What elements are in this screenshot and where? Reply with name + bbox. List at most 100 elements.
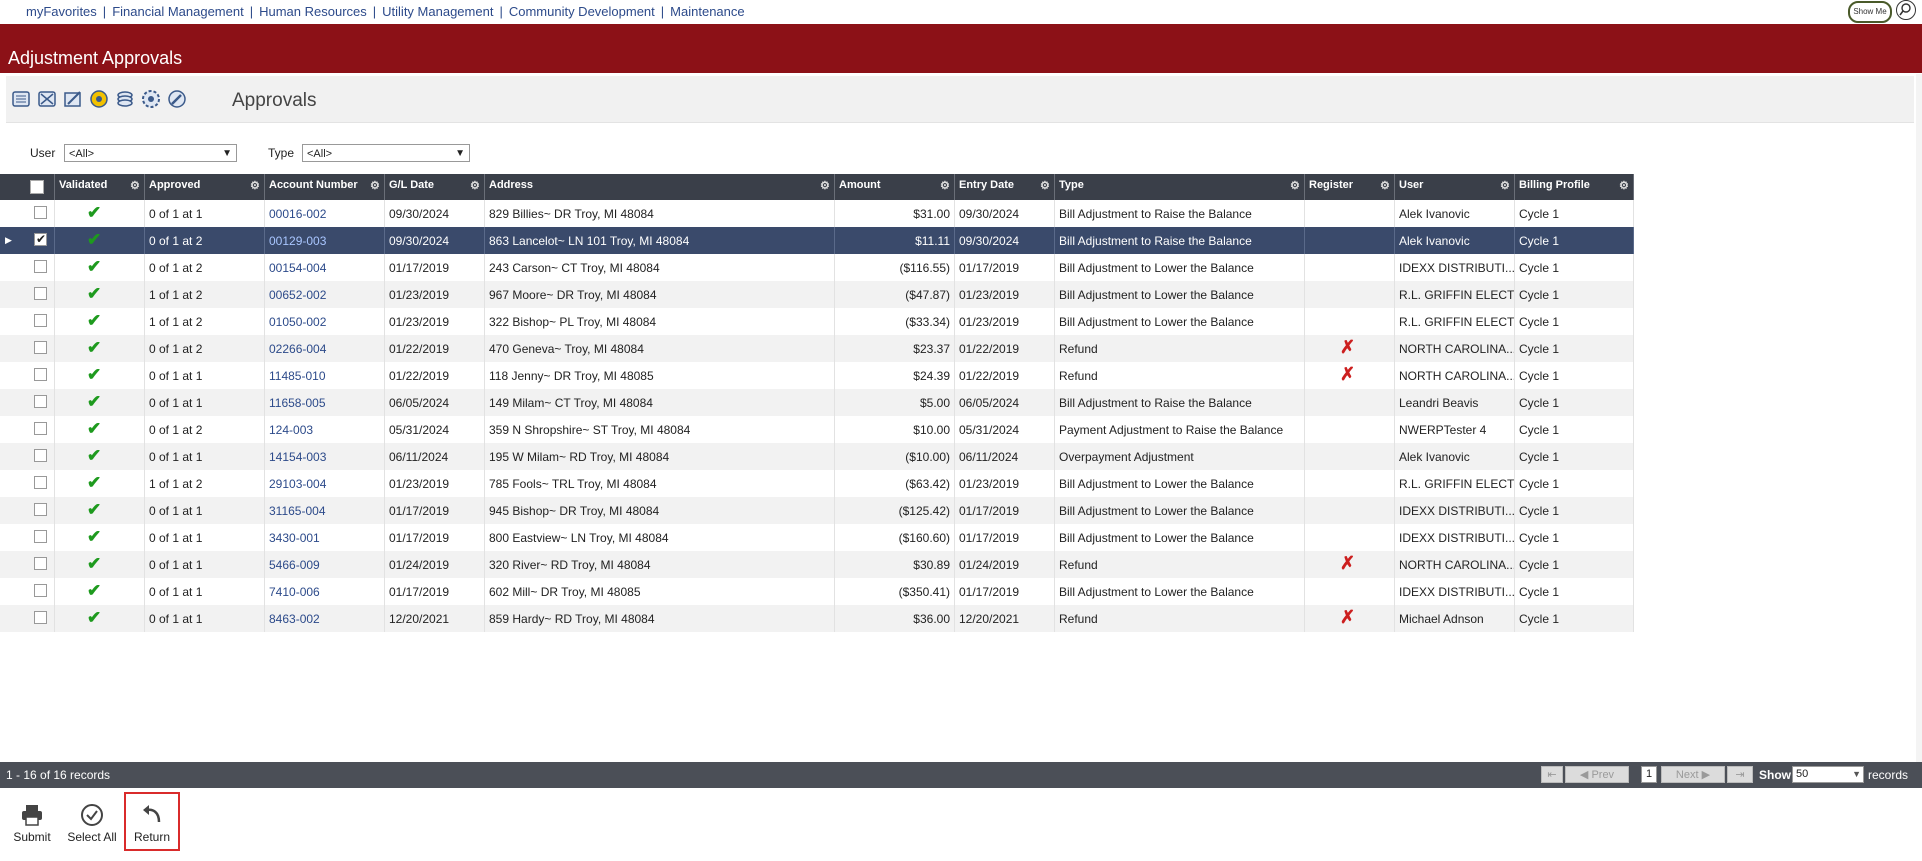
account-link[interactable]: 8463-002 [269, 612, 320, 626]
header-type[interactable]: Type ⚙ [1055, 174, 1305, 200]
header-entry-date[interactable]: Entry Date ⚙ [955, 174, 1055, 200]
search-icon[interactable] [1896, 0, 1916, 20]
account-cell[interactable]: 14154-003 [265, 443, 385, 470]
column-settings-icon[interactable]: ⚙ [1619, 181, 1629, 192]
stack-icon[interactable] [114, 88, 136, 110]
submit-button[interactable]: Submit [6, 798, 58, 848]
table-row[interactable]: ✔ 0 of 1 at 1 00016-002 09/30/2024 829 Billi… [0, 200, 1634, 227]
account-link[interactable]: 00129-003 [269, 234, 326, 248]
table-row[interactable]: ✔ 0 of 1 at 2 124-003 05/31/2024 359 N Shrop… [0, 416, 1634, 443]
nav-link-community-development[interactable]: Community Development [509, 4, 655, 19]
account-cell[interactable]: 29103-004 [265, 470, 385, 497]
account-link[interactable]: 124-003 [269, 423, 313, 437]
column-settings-icon[interactable]: ⚙ [470, 181, 480, 192]
column-settings-icon[interactable]: ⚙ [1500, 181, 1510, 192]
column-settings-icon[interactable]: ⚙ [1380, 181, 1390, 192]
tools-icon[interactable] [166, 88, 188, 110]
page-size-select[interactable]: 50 ▼ [1792, 766, 1864, 783]
vertical-scrollbar[interactable] [1916, 74, 1922, 861]
row-checkbox[interactable] [34, 449, 47, 462]
account-cell[interactable]: 3430-001 [265, 524, 385, 551]
gear-icon[interactable] [140, 88, 162, 110]
nav-link-maintenance[interactable]: Maintenance [670, 4, 744, 19]
account-cell[interactable]: 02266-004 [265, 335, 385, 362]
account-link[interactable]: 7410-006 [269, 585, 320, 599]
column-settings-icon[interactable]: ⚙ [1290, 181, 1300, 192]
table-row[interactable]: ✔ 0 of 1 at 1 11485-010 01/22/2019 118 Jenny… [0, 362, 1634, 389]
row-checkbox[interactable] [34, 395, 47, 408]
nav-link-myfavorites[interactable]: myFavorites [26, 4, 97, 19]
account-cell[interactable]: 00154-004 [265, 254, 385, 281]
table-row[interactable]: ✔ 0 of 1 at 2 00154-004 01/17/2019 243 Carso… [0, 254, 1634, 281]
account-cell[interactable]: 8463-002 [265, 605, 385, 632]
header-validated[interactable]: Validated ⚙ [55, 174, 145, 200]
column-settings-icon[interactable]: ⚙ [1040, 181, 1050, 192]
row-checkbox[interactable] [34, 232, 47, 246]
column-settings-icon[interactable]: ⚙ [370, 181, 380, 192]
table-row[interactable]: ✔ 0 of 1 at 1 8463-002 12/20/2021 859 Hardy~… [0, 605, 1634, 632]
account-cell[interactable]: 01050-002 [265, 308, 385, 335]
settings-icon[interactable] [88, 88, 110, 110]
row-checkbox[interactable] [34, 611, 47, 624]
account-link[interactable]: 31165-004 [269, 504, 326, 518]
last-page-button[interactable]: ⇥ [1727, 766, 1753, 783]
account-cell[interactable]: 11485-010 [265, 362, 385, 389]
table-row[interactable]: ✔ 0 of 1 at 2 02266-004 01/22/2019 470 Genev… [0, 335, 1634, 362]
table-row[interactable]: ✔ 0 of 1 at 1 11658-005 06/05/2024 149 Milam… [0, 389, 1634, 416]
header-register[interactable]: Register ⚙ [1305, 174, 1395, 200]
prev-page-button[interactable]: ◀ Prev [1565, 766, 1629, 783]
account-link[interactable]: 11485-010 [269, 369, 326, 383]
account-cell[interactable]: 00129-003 [265, 227, 385, 254]
column-settings-icon[interactable]: ⚙ [820, 181, 830, 192]
table-row[interactable]: ✔ 0 of 1 at 1 3430-001 01/17/2019 800 Eastvi… [0, 524, 1634, 551]
nav-link-financial-management[interactable]: Financial Management [112, 4, 244, 19]
account-cell[interactable]: 5466-009 [265, 551, 385, 578]
table-row[interactable]: ✔ 1 of 1 at 2 00652-002 01/23/2019 967 Moore… [0, 281, 1634, 308]
next-page-button[interactable]: Next ▶ [1661, 766, 1725, 783]
row-checkbox[interactable] [34, 584, 47, 597]
account-cell[interactable]: 00652-002 [265, 281, 385, 308]
return-button[interactable]: Return [126, 798, 178, 848]
account-link[interactable]: 00016-002 [269, 207, 326, 221]
account-cell[interactable]: 124-003 [265, 416, 385, 443]
row-checkbox[interactable] [34, 368, 47, 381]
account-link[interactable]: 00154-004 [269, 261, 326, 275]
nav-link-human-resources[interactable]: Human Resources [259, 4, 367, 19]
row-checkbox[interactable] [34, 260, 47, 273]
header-user[interactable]: User ⚙ [1395, 174, 1515, 200]
first-page-button[interactable]: ⇤ [1541, 766, 1563, 783]
row-checkbox[interactable] [34, 287, 47, 300]
select-all-button[interactable]: Select All [66, 798, 118, 848]
table-row[interactable]: ✔ 0 of 1 at 1 7410-006 01/17/2019 602 Mill~ … [0, 578, 1634, 605]
user-filter-select[interactable]: <All> ▼ [64, 144, 237, 162]
row-checkbox[interactable] [34, 422, 47, 435]
type-filter-select[interactable]: <All> ▼ [302, 144, 470, 162]
account-cell[interactable]: 00016-002 [265, 200, 385, 227]
row-checkbox[interactable] [34, 206, 47, 219]
account-link[interactable]: 01050-002 [269, 315, 326, 329]
row-checkbox[interactable] [34, 557, 47, 570]
show-me-button[interactable]: Show Me [1848, 1, 1892, 23]
header-address[interactable]: Address ⚙ [485, 174, 835, 200]
account-link[interactable]: 5466-009 [269, 558, 320, 572]
account-link[interactable]: 02266-004 [269, 342, 326, 356]
table-row[interactable]: ✔ 1 of 1 at 2 29103-004 01/23/2019 785 Fools… [0, 470, 1634, 497]
account-link[interactable]: 29103-004 [269, 477, 326, 491]
account-cell[interactable]: 11658-005 [265, 389, 385, 416]
row-checkbox[interactable] [34, 503, 47, 516]
column-settings-icon[interactable]: ⚙ [130, 181, 140, 192]
table-row[interactable]: ✔ 1 of 1 at 2 01050-002 01/23/2019 322 Bisho… [0, 308, 1634, 335]
header-account-number[interactable]: Account Number ⚙ [265, 174, 385, 200]
select-all-checkbox[interactable] [30, 180, 44, 194]
header-billing-profile[interactable]: Billing Profile ⚙ [1515, 174, 1634, 200]
row-checkbox[interactable] [34, 314, 47, 327]
column-settings-icon[interactable]: ⚙ [940, 181, 950, 192]
current-page[interactable]: 1 [1641, 766, 1657, 783]
filter-icon[interactable] [36, 88, 58, 110]
edit-icon[interactable] [62, 88, 84, 110]
account-link[interactable]: 00652-002 [269, 288, 326, 302]
row-checkbox[interactable] [34, 530, 47, 543]
header-approved[interactable]: Approved ⚙ [145, 174, 265, 200]
account-cell[interactable]: 7410-006 [265, 578, 385, 605]
row-checkbox[interactable] [34, 476, 47, 489]
